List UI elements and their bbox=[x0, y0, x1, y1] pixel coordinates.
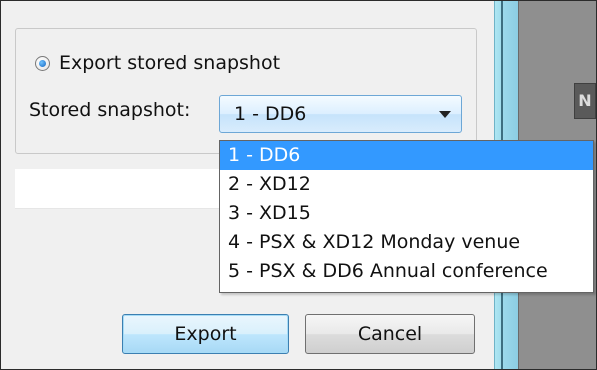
dropdown-option[interactable]: 5 - PSX & DD6 Annual conference bbox=[220, 257, 593, 286]
stored-snapshot-label: Stored snapshot: bbox=[29, 99, 191, 121]
stored-snapshot-dropdown-list: 1 - DD6 2 - XD12 3 - XD15 4 - PSX & XD12… bbox=[219, 140, 594, 293]
export-stored-snapshot-option[interactable]: Export stored snapshot bbox=[35, 52, 280, 74]
panel-toolbar-icon: N bbox=[574, 83, 596, 119]
chevron-down-icon[interactable] bbox=[439, 111, 451, 118]
export-button[interactable]: Export bbox=[122, 314, 289, 354]
export-options-group bbox=[15, 28, 477, 154]
dropdown-option[interactable]: 2 - XD12 bbox=[220, 170, 593, 199]
screenshot-frame: Export stored snapshot Stored snapshot: … bbox=[0, 0, 597, 370]
dropdown-option[interactable]: 3 - XD15 bbox=[220, 199, 593, 228]
dropdown-option[interactable]: 4 - PSX & XD12 Monday venue bbox=[220, 228, 593, 257]
cancel-button[interactable]: Cancel bbox=[305, 314, 475, 354]
dropdown-option[interactable]: 1 - DD6 bbox=[220, 141, 593, 170]
radio-selected-icon[interactable] bbox=[35, 55, 50, 71]
export-stored-snapshot-label: Export stored snapshot bbox=[59, 52, 281, 74]
stored-snapshot-value: 1 - DD6 bbox=[234, 103, 307, 125]
stored-snapshot-combobox[interactable]: 1 - DD6 bbox=[219, 95, 462, 133]
